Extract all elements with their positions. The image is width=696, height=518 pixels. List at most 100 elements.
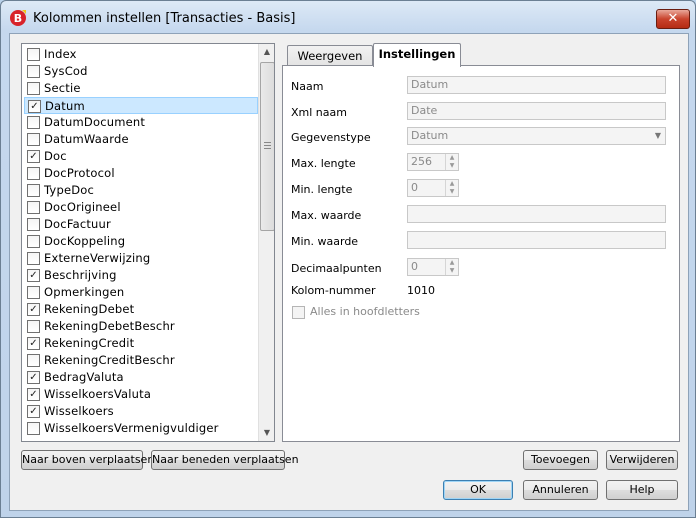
spin-buttons[interactable]: ▲ ▼	[445, 154, 458, 170]
list-item[interactable]: Opmerkingen	[24, 284, 258, 301]
checkbox[interactable]	[27, 48, 40, 61]
list-item[interactable]: Index	[24, 46, 258, 63]
column-list-scrollbar[interactable]: ▲ ▼	[258, 44, 274, 441]
banana-app-icon: B	[9, 9, 27, 27]
list-item[interactable]: DatumWaarde	[24, 131, 258, 148]
checkbox[interactable]	[27, 252, 40, 265]
checkbox[interactable]	[27, 235, 40, 248]
list-item[interactable]: ✓ Wisselkoers	[24, 403, 258, 420]
checkbox[interactable]	[27, 354, 40, 367]
scroll-down-icon[interactable]: ▼	[259, 425, 274, 441]
spin-down-icon[interactable]: ▼	[446, 188, 458, 196]
close-button[interactable]: ✕	[656, 9, 690, 29]
checkmark-icon[interactable]: ✓	[27, 405, 40, 418]
window-title: Kolommen instellen [Transacties - Basis]	[33, 11, 296, 26]
move-down-button[interactable]: Naar beneden verplaatsen	[151, 450, 299, 470]
min-lengte-label: Min. lengte	[291, 183, 353, 196]
list-item-label: DatumDocument	[44, 115, 146, 129]
column-list[interactable]: Index SysCod Sectie ✓ Datum DatumDocument Datu…	[21, 43, 275, 442]
list-item[interactable]: ✓ WisselkoersValuta	[24, 386, 258, 403]
min-waarde-field[interactable]	[407, 231, 666, 249]
checkmark-icon[interactable]: ✓	[27, 371, 40, 384]
spin-down-icon[interactable]: ▼	[446, 267, 458, 275]
list-item[interactable]: RekeningDebetBeschr	[24, 318, 258, 335]
xml-naam-field[interactable]: Date	[407, 102, 666, 120]
move-up-button[interactable]: Naar boven verplaatsen	[21, 450, 154, 470]
help-button[interactable]: Help	[606, 480, 678, 500]
list-item-label: RekeningCreditBeschr	[44, 353, 175, 367]
list-item-label: BedragValuta	[44, 370, 124, 384]
xml-naam-label: Xml naam	[291, 106, 347, 119]
list-item[interactable]: WisselkoersVermenigvuldiger	[24, 420, 258, 437]
list-item[interactable]: DocProtocol	[24, 165, 258, 182]
checkbox[interactable]	[27, 320, 40, 333]
checkbox[interactable]	[27, 184, 40, 197]
naam-field[interactable]: Datum	[407, 76, 666, 94]
max-lengte-value: 256	[411, 155, 432, 168]
checkmark-icon[interactable]: ✓	[27, 303, 40, 316]
checkmark-icon[interactable]: ✓	[27, 269, 40, 282]
instellingen-panel: Naam Datum Xml naam Date Gegevenstype Da…	[282, 65, 680, 442]
cancel-button[interactable]: Annuleren	[523, 480, 598, 500]
list-item[interactable]: ✓ Datum	[24, 97, 258, 114]
list-item-label: Sectie	[44, 81, 81, 95]
list-item[interactable]: DocKoppeling	[24, 233, 258, 250]
spin-down-icon[interactable]: ▼	[446, 162, 458, 170]
title-bar[interactable]: B Kolommen instellen [Transacties - Basi…	[1, 1, 695, 37]
max-lengte-stepper[interactable]: 256 ▲ ▼	[407, 153, 459, 171]
min-lengte-stepper[interactable]: 0 ▲ ▼	[407, 179, 459, 197]
spin-up-icon[interactable]: ▲	[446, 180, 458, 188]
checkmark-icon[interactable]: ✓	[28, 100, 41, 113]
list-item-label: SysCod	[44, 64, 88, 78]
checkmark-icon[interactable]: ✓	[27, 150, 40, 163]
list-item-label: TypeDoc	[44, 183, 95, 197]
checkbox[interactable]	[27, 218, 40, 231]
list-item[interactable]: DatumDocument	[24, 114, 258, 131]
checkbox[interactable]	[27, 201, 40, 214]
list-item[interactable]: ExterneVerwijzing	[24, 250, 258, 267]
list-item-label: WisselkoersValuta	[44, 387, 152, 401]
list-item[interactable]: ✓ Beschrijving	[24, 267, 258, 284]
ok-button[interactable]: OK	[443, 480, 513, 500]
spin-up-icon[interactable]: ▲	[446, 154, 458, 162]
checkbox[interactable]	[27, 133, 40, 146]
scroll-up-icon[interactable]: ▲	[259, 44, 274, 60]
list-item[interactable]: Sectie	[24, 80, 258, 97]
add-button[interactable]: Toevoegen	[523, 450, 598, 470]
spin-buttons[interactable]: ▲ ▼	[445, 180, 458, 196]
list-item[interactable]: ✓ RekeningCredit	[24, 335, 258, 352]
min-waarde-label: Min. waarde	[291, 235, 359, 248]
list-item-label: DocKoppeling	[44, 234, 126, 248]
checkmark-icon[interactable]: ✓	[27, 388, 40, 401]
list-item[interactable]: SysCod	[24, 63, 258, 80]
checkbox[interactable]	[27, 422, 40, 435]
spin-up-icon[interactable]: ▲	[446, 259, 458, 267]
gegevenstype-select[interactable]: Datum ▼	[407, 127, 666, 145]
checkbox[interactable]	[27, 82, 40, 95]
list-item[interactable]: DocFactuur	[24, 216, 258, 233]
checkbox[interactable]	[27, 116, 40, 129]
list-item-label: Wisselkoers	[44, 404, 114, 418]
list-item[interactable]: DocOrigineel	[24, 199, 258, 216]
list-item[interactable]: TypeDoc	[24, 182, 258, 199]
list-item-label: Beschrijving	[44, 268, 117, 282]
tab-instellingen[interactable]: Instellingen	[373, 43, 461, 67]
checkbox[interactable]	[27, 286, 40, 299]
remove-button[interactable]: Verwijderen	[606, 450, 678, 470]
gegevenstype-label: Gegevenstype	[291, 131, 371, 144]
tab-weergeven[interactable]: Weergeven	[287, 45, 373, 66]
kolom-nummer-value: 1010	[407, 284, 435, 297]
list-item[interactable]: ✓ Doc	[24, 148, 258, 165]
spin-buttons[interactable]: ▲ ▼	[445, 259, 458, 275]
list-item-label: DocProtocol	[44, 166, 115, 180]
scrollbar-thumb[interactable]	[260, 62, 274, 231]
checkmark-icon[interactable]: ✓	[27, 337, 40, 350]
hoofdletters-checkbox[interactable]	[292, 306, 305, 319]
decimaalpunten-stepper[interactable]: 0 ▲ ▼	[407, 258, 459, 276]
list-item[interactable]: ✓ BedragValuta	[24, 369, 258, 386]
checkbox[interactable]	[27, 65, 40, 78]
max-waarde-field[interactable]	[407, 205, 666, 223]
checkbox[interactable]	[27, 167, 40, 180]
list-item[interactable]: ✓ RekeningDebet	[24, 301, 258, 318]
list-item[interactable]: RekeningCreditBeschr	[24, 352, 258, 369]
